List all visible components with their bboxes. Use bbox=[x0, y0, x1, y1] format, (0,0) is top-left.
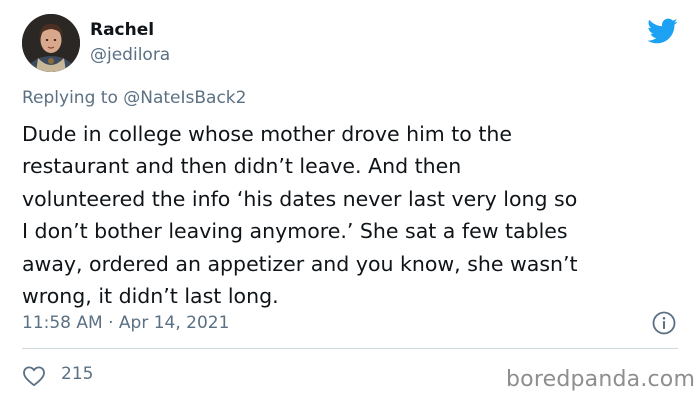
tweet-timestamp[interactable]: 11:58 AM · Apr 14, 2021 bbox=[22, 313, 229, 333]
tweet-text-line: restaurant and then didn’t leave. And th… bbox=[22, 154, 462, 179]
tweet-text-line: wrong, it didn’t last long. bbox=[22, 284, 279, 309]
divider bbox=[22, 348, 678, 349]
replying-to: Replying to @NateIsBack2 bbox=[22, 88, 246, 108]
tweet-text-line: volunteered the info ‘his dates never la… bbox=[22, 186, 578, 211]
tweet-card: Rachel @jedilora Replying to @NateIsBack… bbox=[0, 0, 700, 402]
twitter-bird-icon[interactable] bbox=[646, 17, 678, 45]
tweet-text-line: away, ordered an appetizer and you know,… bbox=[22, 251, 578, 276]
display-name[interactable]: Rachel bbox=[90, 20, 154, 40]
tweet-text: Dude in college whose mother drove him t… bbox=[22, 118, 690, 312]
info-icon[interactable] bbox=[651, 310, 677, 336]
watermark: boredpanda.com bbox=[506, 367, 696, 392]
avatar[interactable] bbox=[22, 14, 80, 72]
reply-mention-link[interactable]: @NateIsBack2 bbox=[123, 88, 246, 108]
heart-icon[interactable] bbox=[22, 365, 46, 387]
avatar-image bbox=[22, 14, 80, 72]
like-count: 215 bbox=[61, 364, 94, 384]
tweet-text-line: I don’t bother leaving anymore.’ She sat… bbox=[22, 219, 568, 244]
replying-prefix: Replying to bbox=[22, 88, 124, 108]
user-handle[interactable]: @jedilora bbox=[90, 45, 170, 65]
tweet-text-line: Dude in college whose mother drove him t… bbox=[22, 122, 512, 146]
